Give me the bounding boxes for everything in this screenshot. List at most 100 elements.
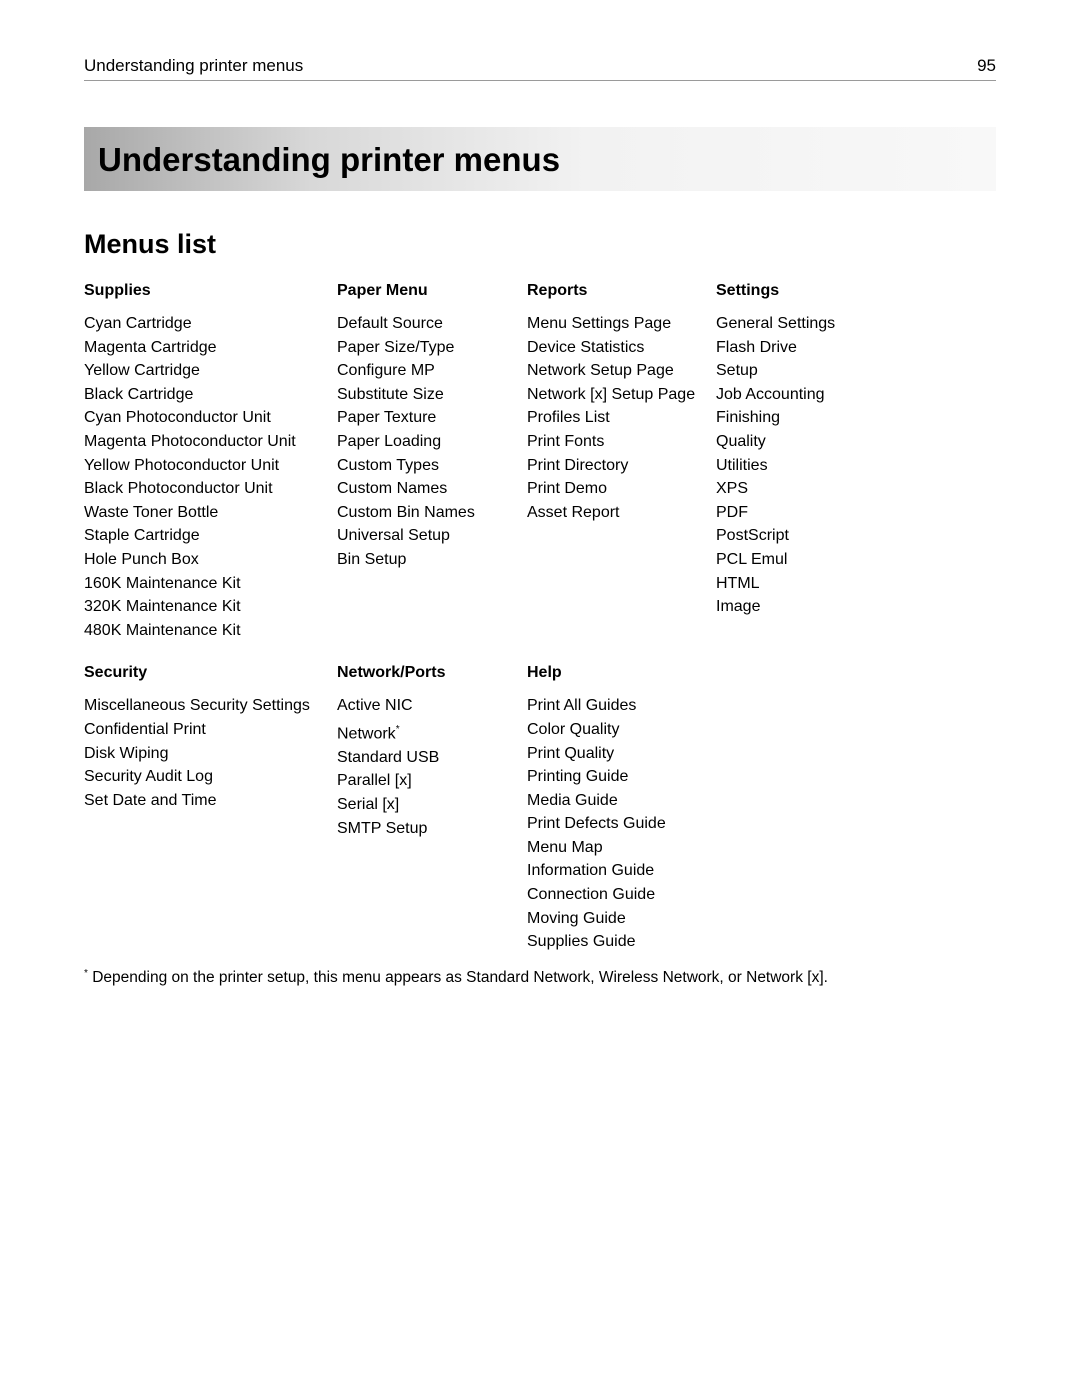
menu-col-reports: Reports Menu Settings PageDevice Statist…: [527, 282, 716, 642]
list-item: Substitute Size: [337, 383, 527, 407]
list-item: Quality: [716, 430, 996, 454]
list-item: Yellow Photoconductor Unit: [84, 454, 337, 478]
list-item: Waste Toner Bottle: [84, 501, 337, 525]
menu-head-paper: Paper Menu: [337, 282, 527, 300]
list-item: Media Guide: [527, 789, 716, 813]
list-item: Color Quality: [527, 718, 716, 742]
list-item: Default Source: [337, 312, 527, 336]
page-header: Understanding printer menus 95: [84, 56, 996, 81]
list-item: Bin Setup: [337, 548, 527, 572]
list-item: Print Demo: [527, 477, 716, 501]
list-item: Miscellaneous Security Settings: [84, 694, 337, 718]
list-item: Network [x] Setup Page: [527, 383, 716, 407]
menu-list-reports: Menu Settings PageDevice StatisticsNetwo…: [527, 312, 716, 524]
running-head: Understanding printer menus: [84, 56, 303, 76]
menu-head-supplies: Supplies: [84, 282, 337, 300]
menu-head-reports: Reports: [527, 282, 716, 300]
list-item: Device Statistics: [527, 336, 716, 360]
chapter-title-banner: Understanding printer menus: [84, 127, 996, 191]
list-item-text: SMTP Setup: [337, 820, 427, 837]
list-item: Paper Size/Type: [337, 336, 527, 360]
list-item: Setup: [716, 359, 996, 383]
list-item: Network*: [337, 718, 527, 746]
menu-list-help: Print All GuidesColor QualityPrint Quali…: [527, 694, 716, 954]
list-item: Menu Settings Page: [527, 312, 716, 336]
page-number: 95: [977, 56, 996, 76]
menu-head-help: Help: [527, 664, 716, 682]
menu-head-settings: Settings: [716, 282, 996, 300]
list-item: XPS: [716, 477, 996, 501]
list-item: Asset Report: [527, 501, 716, 525]
section-title: Menus list: [84, 229, 996, 260]
footnote: * Depending on the printer setup, this m…: [84, 968, 996, 987]
list-item: Security Audit Log: [84, 765, 337, 789]
list-item: Printing Guide: [527, 765, 716, 789]
menu-col-network-ports: Network/Ports Active NIC Network* Standard…: [337, 664, 527, 954]
list-item: Magenta Cartridge: [84, 336, 337, 360]
footnote-text: Depending on the printer setup, this men…: [88, 969, 828, 986]
list-item: Menu Map: [527, 836, 716, 860]
list-item: 320K Maintenance Kit: [84, 595, 337, 619]
list-item: Network Setup Page: [527, 359, 716, 383]
menu-head-network-ports: Network/Ports: [337, 664, 527, 682]
list-item: Print All Guides: [527, 694, 716, 718]
list-item: Information Guide: [527, 859, 716, 883]
menu-list-security: Miscellaneous Security SettingsConfident…: [84, 694, 337, 812]
list-item: Yellow Cartridge: [84, 359, 337, 383]
menus-grid: Supplies Cyan CartridgeMagenta Cartridge…: [84, 282, 996, 954]
list-item: Hole Punch Box: [84, 548, 337, 572]
list-item: Custom Names: [337, 477, 527, 501]
list-item: Cyan Cartridge: [84, 312, 337, 336]
superscript-marker: *: [396, 724, 400, 735]
list-item: Confidential Print: [84, 718, 337, 742]
menu-list-settings: General SettingsFlash DriveSetupJob Acco…: [716, 312, 996, 619]
list-item: PDF: [716, 501, 996, 525]
menu-col-settings: Settings General SettingsFlash DriveSetu…: [716, 282, 996, 642]
list-item: Universal Setup: [337, 524, 527, 548]
list-item: Custom Types: [337, 454, 527, 478]
list-item: SMTP Setup: [337, 817, 527, 841]
menu-col-paper: Paper Menu Default SourcePaper Size/Type…: [337, 282, 527, 642]
list-item: Paper Texture: [337, 406, 527, 430]
list-item: Custom Bin Names: [337, 501, 527, 525]
list-item: Staple Cartridge: [84, 524, 337, 548]
menu-head-security: Security: [84, 664, 337, 682]
list-item: PostScript: [716, 524, 996, 548]
list-item-text: Active NIC: [337, 697, 413, 714]
menu-list-network-ports: Active NIC Network* Standard USB Parallel […: [337, 694, 527, 840]
list-item: Disk Wiping: [84, 742, 337, 766]
list-item: Print Defects Guide: [527, 812, 716, 836]
list-item-text: Standard USB: [337, 749, 439, 766]
list-item: Configure MP: [337, 359, 527, 383]
menu-col-help: Help Print All GuidesColor QualityPrint …: [527, 664, 716, 954]
list-item: 480K Maintenance Kit: [84, 619, 337, 643]
list-item: Print Directory: [527, 454, 716, 478]
list-item: Black Photoconductor Unit: [84, 477, 337, 501]
list-item: Image: [716, 595, 996, 619]
list-item: Print Fonts: [527, 430, 716, 454]
list-item: Print Quality: [527, 742, 716, 766]
menu-list-supplies: Cyan CartridgeMagenta CartridgeYellow Ca…: [84, 312, 337, 642]
list-item: 160K Maintenance Kit: [84, 572, 337, 596]
list-item: Parallel [x]: [337, 769, 527, 793]
list-item-text: Network: [337, 725, 396, 742]
list-item: Job Accounting: [716, 383, 996, 407]
menu-list-paper: Default SourcePaper Size/TypeConfigure M…: [337, 312, 527, 572]
list-item: Standard USB: [337, 746, 527, 770]
list-item: Paper Loading: [337, 430, 527, 454]
list-item: Profiles List: [527, 406, 716, 430]
list-item: General Settings: [716, 312, 996, 336]
list-item: Moving Guide: [527, 907, 716, 931]
list-item: Black Cartridge: [84, 383, 337, 407]
list-item: Utilities: [716, 454, 996, 478]
list-item: Finishing: [716, 406, 996, 430]
list-item: HTML: [716, 572, 996, 596]
list-item: Set Date and Time: [84, 789, 337, 813]
list-item: Active NIC: [337, 694, 527, 718]
list-item: Connection Guide: [527, 883, 716, 907]
list-item: Magenta Photoconductor Unit: [84, 430, 337, 454]
list-item-text: Serial [x]: [337, 796, 399, 813]
list-item: Flash Drive: [716, 336, 996, 360]
menu-col-security: Security Miscellaneous Security Settings…: [84, 664, 337, 954]
menu-col-supplies: Supplies Cyan CartridgeMagenta Cartridge…: [84, 282, 337, 642]
